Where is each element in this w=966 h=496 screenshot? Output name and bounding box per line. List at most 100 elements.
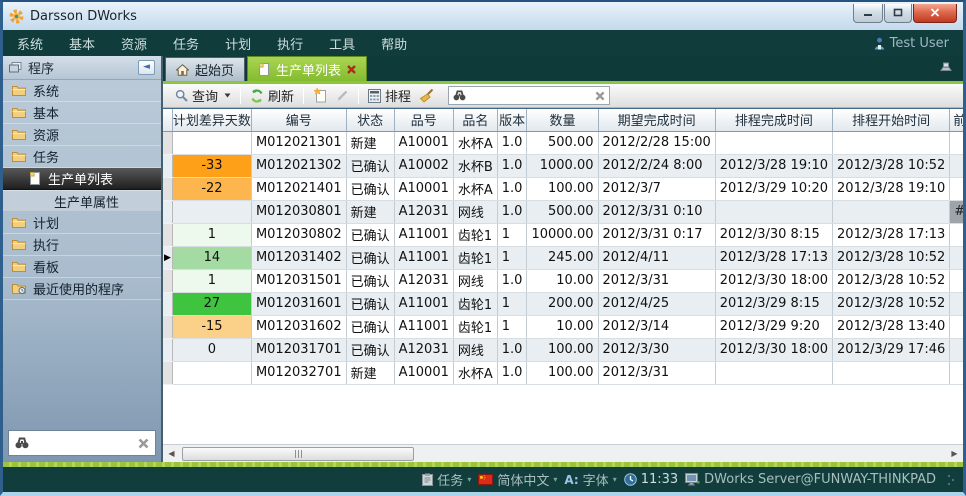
orders-table: 计划差异天数编号状态品号品名版本数量期望完成时间排程完成时间排程开始时间前M01… — [163, 109, 963, 385]
row-gutter[interactable] — [163, 292, 172, 315]
table-cell: 1 — [497, 246, 527, 269]
row-gutter[interactable] — [163, 361, 172, 384]
table-cell: 2012/3/28 17:13 — [833, 223, 950, 246]
menu-item[interactable]: 资源 — [121, 34, 147, 53]
toolbar-search-clear-icon[interactable] — [595, 91, 605, 101]
table-cell: 水杯A — [453, 131, 497, 154]
status-task-menu[interactable]: 任务 ▾ — [422, 470, 471, 489]
sidebar-item-系统[interactable]: 系统 — [3, 80, 161, 102]
table-row[interactable]: M012021301新建A10001水杯A1.0500.002012/2/28 … — [163, 131, 963, 154]
sidebar-item-计划[interactable]: 计划 — [3, 212, 161, 234]
menu-item[interactable]: 执行 — [277, 34, 303, 53]
row-gutter[interactable] — [163, 269, 172, 292]
row-gutter[interactable] — [163, 177, 172, 200]
menu-item[interactable]: 计划 — [225, 34, 251, 53]
sidebar-item-基本[interactable]: 基本 — [3, 102, 161, 124]
table-row[interactable]: M012030801新建A12031网线1.0500.002012/3/31 0… — [163, 200, 963, 223]
folder-icon — [12, 217, 26, 228]
column-header[interactable]: 状态 — [346, 109, 394, 131]
sidebar-search-clear-icon[interactable] — [138, 438, 149, 449]
column-header[interactable]: 前 — [950, 109, 963, 131]
row-gutter[interactable] — [163, 315, 172, 338]
menu-item[interactable]: 系统 — [17, 34, 43, 53]
scroll-left-arrow[interactable]: ◀ — [163, 446, 180, 462]
panel-pin-icon[interactable] — [939, 61, 953, 72]
sidebar-search-input[interactable] — [29, 436, 138, 450]
table-cell: 已确认 — [346, 177, 394, 200]
table-row[interactable]: M012032701新建A10001水杯A1.0100.002012/3/31 — [163, 361, 963, 384]
sidebar-item-任务[interactable]: 任务 — [3, 146, 161, 168]
row-gutter[interactable] — [163, 200, 172, 223]
minimize-button[interactable] — [853, 4, 883, 23]
tab-生产单列表[interactable]: 生产单列表 — [247, 56, 367, 81]
column-header[interactable]: 排程开始时间 — [833, 109, 950, 131]
row-gutter[interactable] — [163, 223, 172, 246]
table-cell: 2012/3/28 10:52 — [833, 292, 950, 315]
menu-item[interactable]: 帮助 — [381, 34, 407, 53]
home-icon — [176, 64, 189, 76]
column-header[interactable]: 品名 — [453, 109, 497, 131]
title-bar: Darsson DWorks — [3, 2, 963, 30]
column-header[interactable]: 版本 — [497, 109, 527, 131]
table-row[interactable]: -33M012021302已确认A10002水杯B1.01000.002012/… — [163, 154, 963, 177]
sidebar-item-生产单属性[interactable]: 生产单属性 — [3, 190, 161, 212]
scroll-right-arrow[interactable]: ▶ — [946, 446, 963, 462]
sidebar-item-label: 最近使用的程序 — [33, 279, 124, 298]
menu-item[interactable]: 任务 — [173, 34, 199, 53]
close-button[interactable] — [913, 4, 957, 23]
menu-item[interactable]: 基本 — [69, 34, 95, 53]
cell-diff-days: 1 — [172, 269, 251, 292]
table-row[interactable]: 27M012031601已确认A11001齿轮11200.002012/4/25… — [163, 292, 963, 315]
table-row[interactable]: 1M012030802已确认A11001齿轮1110000.002012/3/3… — [163, 223, 963, 246]
clean-button[interactable] — [415, 86, 438, 106]
table-row[interactable]: 1M012031501已确认A12031网线1.010.002012/3/312… — [163, 269, 963, 292]
row-gutter[interactable] — [163, 338, 172, 361]
table-cell: 2012/4/25 — [598, 292, 715, 315]
row-gutter[interactable]: ▶ — [163, 246, 172, 269]
sidebar-item-执行[interactable]: 执行 — [3, 234, 161, 256]
new-item-button[interactable] — [309, 86, 331, 106]
tab-close-icon[interactable] — [347, 65, 356, 74]
window-title: Darsson DWorks — [30, 9, 137, 24]
status-language-menu[interactable]: 简体中文 ▾ — [478, 470, 557, 489]
table-cell: 2012/3/28 10:52 — [833, 269, 950, 292]
table-row[interactable]: -15M012031602已确认A11001齿轮1110.002012/3/14… — [163, 315, 963, 338]
tab-起始页[interactable]: 起始页 — [165, 57, 245, 81]
sidebar-item-看板[interactable]: 看板 — [3, 256, 161, 278]
column-header[interactable]: 编号 — [251, 109, 346, 131]
table-cell: A11001 — [394, 315, 453, 338]
schedule-button[interactable]: 排程 — [364, 86, 415, 106]
table-cell: A10001 — [394, 177, 453, 200]
query-button[interactable]: 查询 — [171, 86, 235, 106]
calculator-icon — [368, 89, 381, 103]
column-header[interactable]: 期望完成时间 — [598, 109, 715, 131]
column-header[interactable]: 数量 — [527, 109, 598, 131]
sidebar-item-资源[interactable]: 资源 — [3, 124, 161, 146]
toolbar-search-input[interactable] — [470, 89, 591, 103]
table-cell: 245.00 — [527, 246, 598, 269]
sidebar-collapse-button[interactable]: ◄ — [138, 60, 155, 75]
table-row[interactable]: -22M012021401已确认A10001水杯A1.0100.002012/3… — [163, 177, 963, 200]
status-font-menu[interactable]: A: 字体 ▾ — [564, 470, 616, 489]
horizontal-scrollbar[interactable]: ◀ ▶ — [163, 444, 963, 462]
edit-button[interactable] — [331, 86, 353, 106]
column-header[interactable]: 品号 — [394, 109, 453, 131]
cell-diff-days — [172, 131, 251, 154]
column-header[interactable]: 计划差异天数 — [172, 109, 251, 131]
row-gutter[interactable] — [163, 131, 172, 154]
refresh-button[interactable]: 刷新 — [246, 86, 298, 106]
user-indicator[interactable]: Test User — [874, 36, 949, 51]
table-row[interactable]: 0M012031701已确认A12031网线1.0100.002012/3/30… — [163, 338, 963, 361]
table-row[interactable]: ▶14M012031402已确认A11001齿轮11245.002012/4/1… — [163, 246, 963, 269]
clipboard-icon — [422, 473, 433, 486]
table-cell — [950, 177, 963, 200]
maximize-button[interactable] — [884, 4, 912, 23]
row-gutter[interactable] — [163, 154, 172, 177]
sidebar-item-生产单列表[interactable]: 生产单列表 — [3, 168, 161, 190]
column-header[interactable]: 排程完成时间 — [715, 109, 832, 131]
table-cell: 齿轮1 — [453, 315, 497, 338]
menu-item[interactable]: 工具 — [329, 34, 355, 53]
resize-grip-icon[interactable] — [947, 474, 955, 486]
sidebar-item-最近使用的程序[interactable]: 最近使用的程序 — [3, 278, 161, 300]
scroll-thumb[interactable] — [182, 447, 414, 461]
